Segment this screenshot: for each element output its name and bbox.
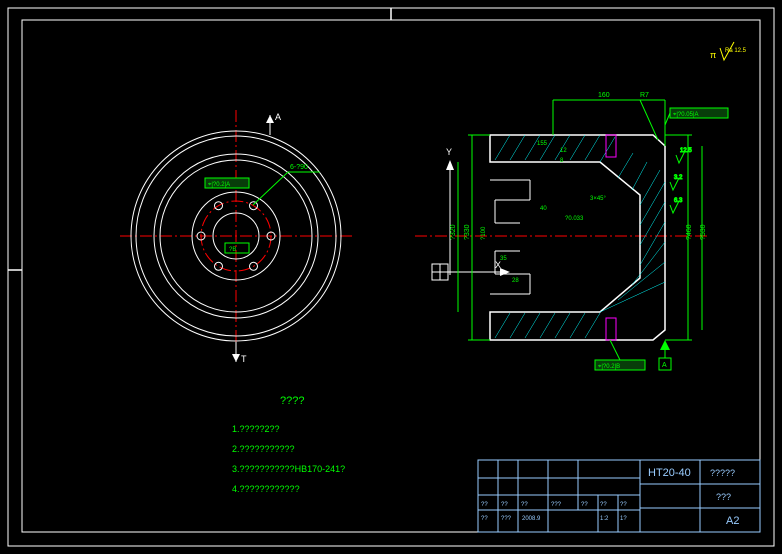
frame-outer	[8, 8, 774, 546]
surface-mark-1: 12.5	[676, 148, 692, 163]
tb-r1c1: ??	[481, 502, 488, 508]
tb-r1c7: ??	[600, 502, 607, 508]
section-label-bottom: T	[241, 354, 247, 364]
tb-sheet: A2	[726, 515, 739, 527]
dim-diam-2: ?460	[686, 224, 693, 240]
dim-depth1: 12	[560, 148, 567, 154]
surface-mark-2: 3.2	[670, 175, 683, 190]
dim-small-35: 35	[500, 256, 507, 262]
tb-r2c2: ???	[501, 516, 512, 522]
axis-x-arrow-icon	[500, 268, 510, 276]
title-block: HT20-40 ????? ??? A2 ?? ?? ?? ??? ?? ?? …	[478, 460, 760, 532]
tolerance-box-upper: ⌖|?0.2|A	[205, 178, 249, 188]
dim-r: R7	[640, 92, 649, 99]
section-line-top: A	[266, 112, 281, 135]
tb-r1c8: ??	[620, 502, 627, 508]
datum-a-label: A	[662, 362, 667, 369]
dim-h1: 40	[540, 206, 547, 212]
cad-canvas: π Ra 12.5 A T	[0, 0, 782, 554]
tol-box-br-text: ⌖|?0.2|B	[598, 364, 620, 370]
axis-y-label: Y	[446, 147, 452, 157]
tb-r2c1: ??	[481, 516, 488, 522]
surface-mark-global: π Ra 12.5	[710, 42, 747, 60]
dim-angle: 3×45°	[590, 196, 607, 202]
tb-material: HT20-40	[648, 467, 691, 479]
tolerance-box-center: ?B	[225, 243, 249, 253]
tb-r1c6: ??	[581, 502, 588, 508]
tb-desc: ?????	[710, 468, 735, 478]
front-view: A T 6-?90 ⌖|?0.2|A ?B	[120, 110, 355, 364]
tb-r2c4: 2008.9	[522, 516, 541, 522]
detail-mark-bot	[606, 318, 616, 340]
tol-box-tr-text: ⌖|?0.05|A	[673, 112, 699, 118]
tb-r1c5: ???	[551, 502, 562, 508]
tol-upper-text: ⌖|?0.2|A	[208, 182, 230, 188]
dim-diam-4: ?100	[481, 226, 487, 240]
note-2: 2.???????????	[232, 444, 295, 454]
axis-system: Y X	[432, 147, 510, 280]
tb-r2c7: 1?	[620, 516, 627, 522]
note-3: 3.???????????HB170-241?	[232, 464, 345, 474]
frame-inner	[22, 20, 760, 532]
hatch-lower	[495, 313, 600, 338]
section-view: 160 ⌖|?0.05|A R7 12 8 155 ?460 ?530 ?330…	[415, 92, 728, 370]
section-line-bottom: T	[232, 342, 247, 364]
dim-diam-3: ?330	[464, 224, 471, 240]
dim-top-overall: 160	[598, 92, 610, 99]
dim-diam-1: ?530	[700, 224, 707, 240]
bolt-callout: 6-?90	[253, 164, 320, 205]
svg-text:12.5: 12.5	[680, 148, 692, 154]
notes-block: ???? 1.?????2?? 2.??????????? 3.????????…	[232, 395, 345, 494]
origin-marker-icon	[432, 264, 448, 280]
tb-subdesc: ???	[716, 492, 731, 502]
dim-h-top: 155	[537, 141, 548, 147]
surface-mark-value: π	[710, 50, 716, 60]
dim-diam-5: ?320	[450, 224, 457, 240]
dim-h2: ?0.033	[565, 216, 584, 222]
tb-r1c3: ??	[521, 502, 528, 508]
axis-y-arrow-icon	[446, 160, 454, 170]
drawing-svg: π Ra 12.5 A T	[0, 0, 782, 554]
note-1: 1.?????2??	[232, 424, 280, 434]
section-label-top: A	[275, 112, 281, 122]
surface-mark-3: 6.3	[670, 198, 683, 213]
dim-depth2: 8	[560, 158, 564, 164]
tb-r2c5: 1:2	[600, 516, 609, 522]
note-4: 4.????????????	[232, 484, 300, 494]
bolt-callout-text: 6-?90	[290, 164, 308, 171]
notes-title: ????	[280, 395, 304, 407]
section-outer-profile	[490, 135, 665, 340]
datum-a: A	[659, 340, 671, 370]
svg-text:3.2: 3.2	[674, 175, 683, 181]
svg-text:6.3: 6.3	[674, 198, 683, 204]
dim-small-28: 28	[512, 278, 519, 284]
tol-center-text: ?B	[229, 247, 236, 253]
tb-r1c2: ??	[501, 502, 508, 508]
